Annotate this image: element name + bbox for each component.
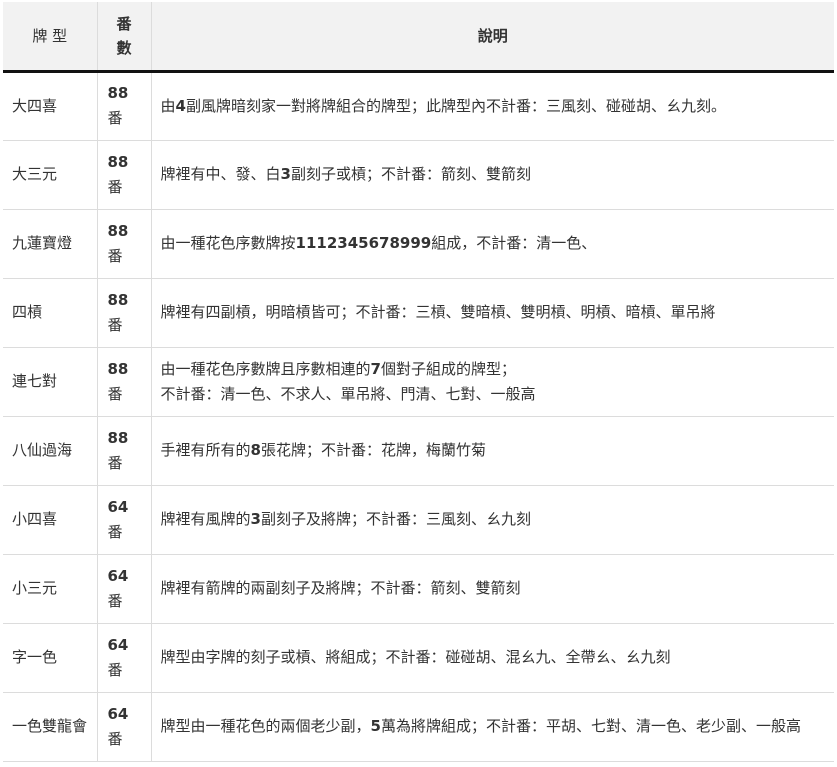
table-row: 八仙過海 88 番 手裡有所有的8張花牌；不計番：花牌，梅蘭竹菊 (3, 416, 834, 486)
fan-value-cell: 88 番 (97, 416, 152, 486)
fan-unit: 番 (107, 109, 123, 127)
description-text: 副刻子及將牌；不計番：三風刻、ㄠ九刻 (260, 510, 531, 528)
hand-description: 牌裡有中、發、白3副刻子或槓；不計番：箭刻、雙箭刻 (151, 140, 834, 210)
hand-type-name: 字一色 (3, 623, 98, 693)
table-row: 字一色 64 番 牌型由字牌的刻子或槓、將組成；不計番：碰碰胡、混ㄠ九、全帶ㄠ、ㄠ九刻 (3, 623, 834, 693)
fan-unit: 番 (107, 660, 123, 679)
fan-number: 88 (107, 290, 129, 309)
fan-number: 64 (107, 704, 129, 723)
header-description: 說明 (151, 2, 834, 73)
description-text: 牌型由一種花色的兩個老少副， (160, 717, 371, 735)
description-text: 牌裡有箭牌的兩副刻子及將牌；不計番：箭刻、雙箭刻 (160, 579, 521, 597)
fan-number: 88 (107, 359, 129, 378)
description-text: 組成，不計番：清一色、 (431, 234, 597, 252)
header-fan-label: 番數 (116, 14, 132, 57)
description-text: 由 (160, 96, 176, 115)
description-text: 牌型由字牌的刻子或槓、將組成；不計番：碰碰胡、混ㄠ九、全帶ㄠ、ㄠ九刻 (160, 648, 671, 666)
table-row: 九蓮寶燈 88 番 由一種花色序數牌按1112345678999組成，不計番：清一色、 (3, 209, 834, 279)
fan-unit: 番 (107, 315, 123, 334)
fan-number: 64 (107, 566, 129, 585)
description-text: 不計番：清一色、不求人、單吊將、門清、七對、一般高 (160, 384, 536, 403)
description-number: 4 (175, 96, 186, 115)
header-fan-count: 番數 (97, 2, 152, 73)
fan-unit: 番 (107, 246, 123, 265)
description-text: 副刻子或槓；不計番：箭刻、雙箭刻 (290, 165, 531, 183)
fan-value-cell: 88 番 (97, 71, 152, 141)
fan-unit: 番 (107, 177, 123, 196)
fan-unit: 番 (107, 522, 123, 541)
fan-number: 88 (107, 428, 129, 447)
description-number: 5 (370, 717, 381, 735)
fan-unit: 番 (107, 591, 123, 610)
description-text: 手裡有所有的 (160, 441, 251, 459)
description-text: 由一種花色序數牌按 (160, 234, 296, 252)
fan-number: 88 (107, 152, 129, 171)
description-text: 由一種花色序數牌且序數相連的 (160, 359, 371, 378)
header-hand-type: 牌 型 (3, 2, 98, 73)
description-text: 萬為將牌組成；不計番：平胡、七對、清一色、老少副、一般高 (380, 717, 801, 735)
table-body: 大四喜 88 番 由4副風牌暗刻家一對將牌組合的牌型；此牌型內不計番：三風刻、碰碰胡、… (3, 71, 834, 762)
fan-number: 88 (107, 221, 129, 240)
description-number: 1112345678999 (295, 234, 432, 252)
description-number: 7 (370, 359, 381, 378)
hand-description: 牌裡有箭牌的兩副刻子及將牌；不計番：箭刻、雙箭刻 (151, 554, 834, 624)
hand-type-name: 四槓 (3, 278, 98, 348)
hand-type-name: 八仙過海 (3, 416, 98, 486)
fan-unit: 番 (107, 453, 123, 472)
fan-value-cell: 88 番 (97, 278, 152, 348)
hand-type-name: 大四喜 (3, 71, 98, 141)
fan-value-cell: 88 番 (97, 140, 152, 210)
hand-description: 牌型由字牌的刻子或槓、將組成；不計番：碰碰胡、混ㄠ九、全帶ㄠ、ㄠ九刻 (151, 623, 834, 693)
description-text: 張花牌；不計番：花牌，梅蘭竹菊 (260, 441, 486, 459)
hand-description: 由一種花色序數牌且序數相連的7個對子組成的牌型； 不計番：清一色、不求人、單吊將、… (151, 347, 834, 417)
description-text: 牌裡有中、發、白 (160, 165, 281, 183)
fan-number: 64 (107, 497, 129, 516)
fan-value-cell: 64 番 (97, 623, 152, 693)
table-row: 小三元 64 番 牌裡有箭牌的兩副刻子及將牌；不計番：箭刻、雙箭刻 (3, 554, 834, 624)
fan-value-cell: 64 番 (97, 554, 152, 624)
description-text: 牌裡有四副槓，明暗槓皆可；不計番：三槓、雙暗槓、雙明槓、明槓、暗槓、單吊將 (160, 303, 716, 321)
fan-number: 64 (107, 635, 129, 654)
description-number: 3 (250, 510, 261, 528)
fan-value-cell: 64 番 (97, 485, 152, 555)
description-text: 副風牌暗刻家一對將牌組合的牌型；此牌型內不計番：三風刻、碰碰胡、ㄠ九刻。 (185, 96, 726, 115)
table-row: 四槓 88 番 牌裡有四副槓，明暗槓皆可；不計番：三槓、雙暗槓、雙明槓、明槓、暗槓、單… (3, 278, 834, 348)
hand-type-name: 小四喜 (3, 485, 98, 555)
table-row: 大三元 88 番 牌裡有中、發、白3副刻子或槓；不計番：箭刻、雙箭刻 (3, 140, 834, 210)
table-row: 連七對 88 番 由一種花色序數牌且序數相連的7個對子組成的牌型； 不計番：清一色、不求… (3, 347, 834, 417)
fan-unit: 番 (107, 384, 123, 403)
table-header-row: 牌 型 番數 說明 (3, 2, 834, 73)
fan-value-cell: 64 番 (97, 692, 152, 762)
hand-type-name: 大三元 (3, 140, 98, 210)
description-number: 8 (250, 441, 261, 459)
fan-number: 88 (107, 84, 129, 102)
mahjong-hand-table: 牌 型 番數 說明 大四喜 88 番 由4副風牌暗刻家一對將牌組合的牌型；此牌型內不計… (3, 2, 834, 762)
fan-unit: 番 (107, 729, 123, 748)
hand-description: 牌裡有風牌的3副刻子及將牌；不計番：三風刻、ㄠ九刻 (151, 485, 834, 555)
hand-description: 手裡有所有的8張花牌；不計番：花牌，梅蘭竹菊 (151, 416, 834, 486)
table-row: 一色雙龍會 64 番 牌型由一種花色的兩個老少副，5萬為將牌組成；不計番：平胡、七對、… (3, 692, 834, 762)
fan-value-cell: 88 番 (97, 209, 152, 279)
hand-type-name: 連七對 (3, 347, 98, 417)
hand-description: 由一種花色序數牌按1112345678999組成，不計番：清一色、 (151, 209, 834, 279)
hand-description: 牌型由一種花色的兩個老少副，5萬為將牌組成；不計番：平胡、七對、清一色、老少副、… (151, 692, 834, 762)
table-row: 大四喜 88 番 由4副風牌暗刻家一對將牌組合的牌型；此牌型內不計番：三風刻、碰碰胡、… (3, 71, 834, 141)
hand-type-name: 小三元 (3, 554, 98, 624)
hand-type-name: 九蓮寶燈 (3, 209, 98, 279)
hand-description: 由4副風牌暗刻家一對將牌組合的牌型；此牌型內不計番：三風刻、碰碰胡、ㄠ九刻。 (151, 71, 834, 141)
hand-description: 牌裡有四副槓，明暗槓皆可；不計番：三槓、雙暗槓、雙明槓、明槓、暗槓、單吊將 (151, 278, 834, 348)
description-text: 牌裡有風牌的 (160, 510, 251, 528)
table-row: 小四喜 64 番 牌裡有風牌的3副刻子及將牌；不計番：三風刻、ㄠ九刻 (3, 485, 834, 555)
description-text: 個對子組成的牌型； (380, 359, 516, 378)
hand-type-name: 一色雙龍會 (3, 692, 98, 762)
description-number: 3 (280, 165, 291, 183)
fan-value-cell: 88 番 (97, 347, 152, 417)
